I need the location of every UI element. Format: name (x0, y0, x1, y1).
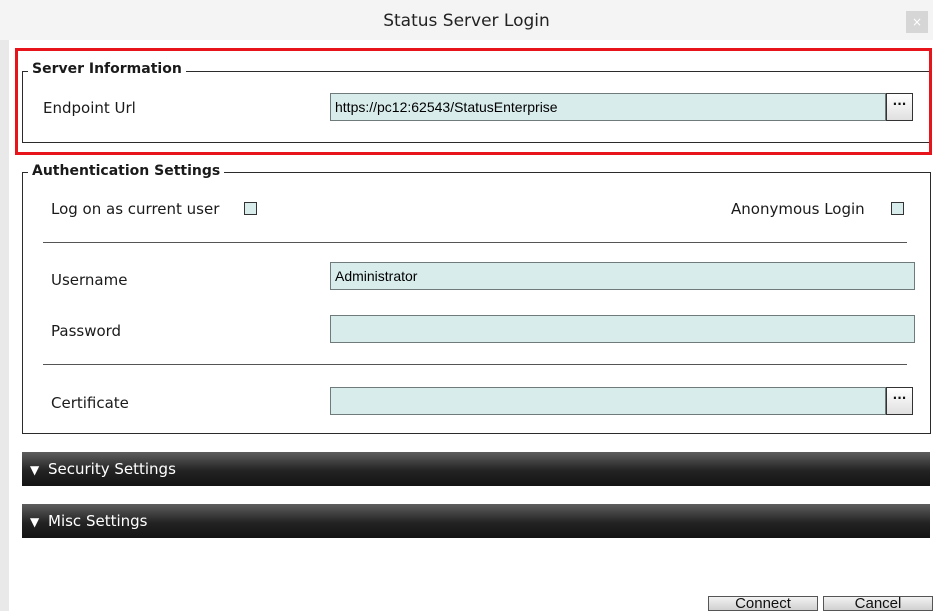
username-label: Username (51, 271, 128, 289)
security-settings-label: Security Settings (48, 460, 176, 478)
divider (43, 364, 907, 365)
chevron-down-icon: ▼ (30, 515, 40, 529)
certificate-browse-button[interactable]: ... (886, 387, 913, 415)
log-on-current-user-checkbox[interactable] (244, 202, 257, 215)
misc-settings-label: Misc Settings (48, 512, 148, 530)
server-information-legend: Server Information (28, 61, 186, 77)
divider (43, 242, 907, 243)
endpoint-url-input[interactable]: https://pc12:62543/StatusEnterprise (330, 93, 886, 121)
log-on-current-user-label: Log on as current user (51, 200, 220, 218)
window-title: Status Server Login (383, 11, 550, 31)
password-input[interactable] (330, 315, 915, 343)
anonymous-login-checkbox[interactable] (891, 202, 904, 215)
security-settings-expander[interactable]: ▼ Security Settings (22, 452, 930, 486)
certificate-input[interactable] (330, 387, 886, 415)
misc-settings-expander[interactable]: ▼ Misc Settings (22, 504, 930, 538)
username-input[interactable]: Administrator (330, 262, 915, 290)
authentication-settings-legend: Authentication Settings (28, 163, 225, 179)
endpoint-url-label: Endpoint Url (43, 99, 136, 117)
title-bar: Status Server Login × (0, 0, 933, 40)
certificate-label: Certificate (51, 394, 129, 412)
endpoint-browse-button[interactable]: ... (886, 93, 913, 121)
chevron-down-icon: ▼ (30, 463, 40, 477)
window-left-edge (0, 40, 9, 611)
password-label: Password (51, 322, 122, 340)
anonymous-login-label: Anonymous Login (731, 200, 865, 218)
cancel-button[interactable]: Cancel (823, 596, 933, 611)
close-icon[interactable]: × (906, 11, 928, 33)
connect-button[interactable]: Connect (708, 596, 818, 611)
